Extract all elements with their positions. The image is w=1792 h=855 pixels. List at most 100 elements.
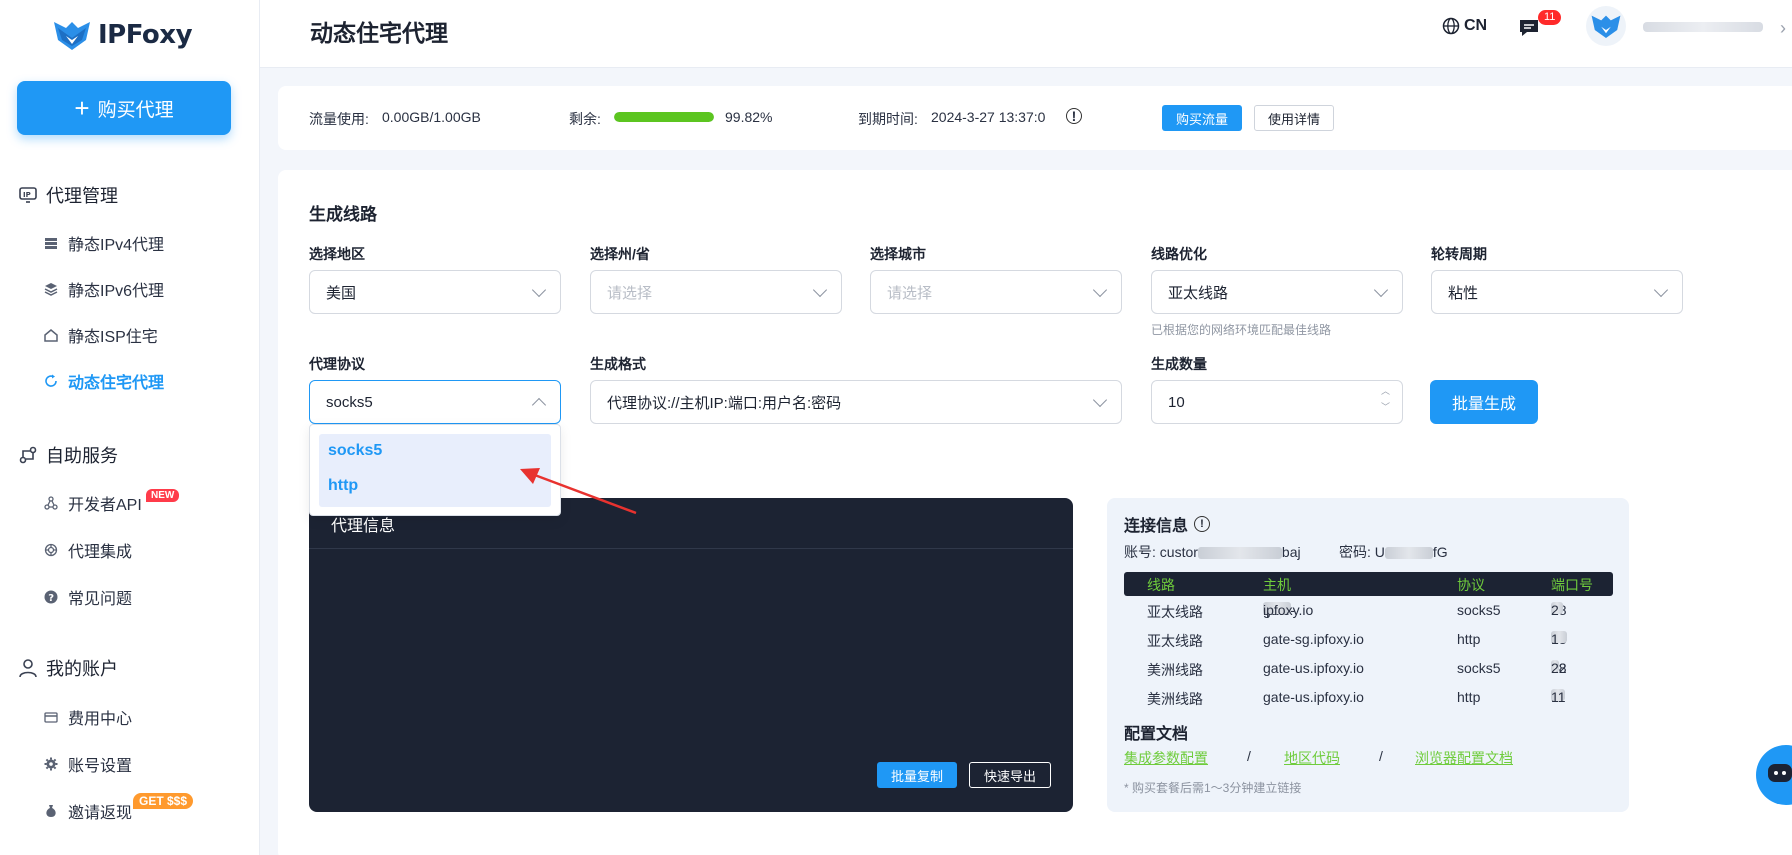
- rotation-value: 粘性: [1448, 284, 1479, 302]
- rotation-select[interactable]: 粘性: [1431, 270, 1683, 314]
- sidebar-item-static-ipv6[interactable]: 静态IPv6代理: [44, 277, 164, 301]
- city-placeholder: 请选择: [887, 284, 933, 302]
- format-select[interactable]: 代理协议://主机IP:端口:用户名:密码: [590, 380, 1122, 424]
- column-header: 线路: [1147, 577, 1175, 593]
- protocol-option-socks5[interactable]: socks5: [328, 442, 382, 460]
- chevron-down-icon: [812, 282, 828, 297]
- password-label: 密码:: [1339, 544, 1371, 560]
- moneybag-icon: [46, 805, 56, 817]
- docs-title: 配置文档: [1124, 726, 1189, 743]
- sidebar-item-static-ipv4[interactable]: 静态IPv4代理: [44, 231, 164, 255]
- info-icon[interactable]: !: [1194, 516, 1211, 532]
- stepper-up-icon[interactable]: ︿: [1381, 387, 1390, 396]
- cell-route: 亚太线路: [1147, 633, 1203, 649]
- sidebar-item-label: 动态住宅代理: [68, 375, 165, 392]
- sidebar-item-dynamic-residential[interactable]: 动态住宅代理: [44, 369, 164, 393]
- route-label: 线路优化: [1151, 246, 1207, 262]
- expire-label: 到期时间:: [858, 111, 918, 127]
- cell-route: 美洲线路: [1147, 691, 1203, 707]
- sidebar-item-billing[interactable]: 费用中心: [44, 705, 132, 729]
- nav-group-label: 我的账户: [46, 659, 118, 679]
- doc-link-browser-config[interactable]: 浏览器配置文档: [1415, 748, 1513, 768]
- region-value: 美国: [326, 284, 357, 302]
- nav-group-proxy-management[interactable]: IP 代理管理: [18, 182, 118, 208]
- format-value: 代理协议://主机IP:端口:用户名:密码: [607, 394, 842, 412]
- traffic-label: 流量使用:: [309, 111, 369, 127]
- sidebar-item-label: 静态IPv4代理: [68, 237, 165, 254]
- protocol-select[interactable]: socks5: [309, 380, 561, 424]
- username-redacted[interactable]: [1643, 22, 1763, 32]
- region-select[interactable]: 美国: [309, 270, 561, 314]
- route-value: 亚太线路: [1168, 284, 1229, 302]
- chevron-down-icon: [1092, 392, 1108, 407]
- usage-detail-button[interactable]: 使用详情: [1254, 105, 1334, 131]
- nav-group-self-service[interactable]: 自助服务: [18, 442, 118, 468]
- remain-value: 99.82%: [725, 109, 773, 125]
- sidebar-item-label: 费用中心: [68, 711, 133, 728]
- state-label: 选择州/省: [590, 246, 650, 262]
- remain-label: 剩余:: [569, 111, 601, 127]
- chevron-right-icon[interactable]: ›: [1780, 18, 1786, 39]
- password-prefix: U: [1374, 544, 1385, 560]
- sidebar-item-developer-api[interactable]: 开发者API: [44, 491, 142, 515]
- generate-button[interactable]: 批量生成: [1430, 380, 1538, 424]
- cell-protocol: socks5: [1457, 602, 1501, 618]
- globe-icon: [1442, 17, 1460, 35]
- sidebar-item-referral[interactable]: 邀请返现: [44, 799, 132, 823]
- language-label: CN: [1464, 17, 1488, 34]
- nav-group-my-account[interactable]: 我的账户: [18, 655, 118, 681]
- sidebar-item-static-isp[interactable]: 静态ISP住宅: [44, 323, 158, 347]
- sidebar-item-account-settings[interactable]: 账号设置: [44, 752, 132, 776]
- setup-note: * 购买套餐后需1～3分钟建立链接: [1124, 781, 1302, 795]
- gear-icon: [44, 757, 58, 771]
- column-header: 协议: [1457, 577, 1485, 593]
- protocol-label: 代理协议: [309, 356, 365, 372]
- doc-link-region-codes[interactable]: 地区代码: [1284, 748, 1340, 768]
- count-input[interactable]: 10 ︿ ﹀: [1151, 380, 1403, 424]
- batch-copy-button[interactable]: 批量复制: [877, 762, 957, 788]
- sidebar-item-faq[interactable]: ? 常见问题: [44, 585, 132, 609]
- protocol-option-http[interactable]: http: [328, 477, 358, 495]
- connection-title-text: 连接信息: [1124, 518, 1189, 535]
- chevron-down-icon: [1373, 282, 1389, 297]
- home-icon: [44, 329, 58, 342]
- message-icon[interactable]: [1518, 18, 1540, 38]
- buy-traffic-button[interactable]: 购买流量: [1162, 105, 1242, 131]
- language-switcher[interactable]: CN: [1442, 17, 1487, 35]
- route-select[interactable]: 亚太线路: [1151, 270, 1403, 314]
- sidebar-item-proxy-integration[interactable]: 代理集成: [44, 538, 132, 562]
- buy-proxy-button[interactable]: + 购买代理: [17, 81, 231, 135]
- connection-table-header: 线路 主机 协议 端口号: [1124, 572, 1613, 596]
- cell-host: gate-sg.ipfoxy.io: [1263, 631, 1364, 647]
- city-select[interactable]: 请选择: [870, 270, 1122, 314]
- logo[interactable]: IPFoxy: [52, 18, 193, 52]
- quick-export-button[interactable]: 快速导出: [969, 762, 1051, 788]
- chevron-down-icon: [531, 282, 547, 297]
- cell-protocol: socks5: [1457, 660, 1501, 676]
- top-header: 动态住宅代理 CN 11 ›: [260, 0, 1792, 68]
- cell-route: 美洲线路: [1147, 662, 1203, 678]
- server-icon: [45, 238, 57, 249]
- account-redacted: [1197, 547, 1282, 560]
- info-icon[interactable]: !: [1066, 108, 1082, 124]
- remain-progress-fill: [614, 112, 714, 122]
- format-label: 生成格式: [590, 356, 646, 372]
- quantity-stepper[interactable]: ︿ ﹀: [1381, 387, 1390, 412]
- count-label: 生成数量: [1151, 356, 1207, 372]
- state-select[interactable]: 请选择: [590, 270, 842, 314]
- route-hint: 已根据您的网络环境匹配最佳线路: [1151, 323, 1332, 337]
- stepper-down-icon[interactable]: ﹀: [1381, 403, 1390, 412]
- port-suffix: 11: [1551, 689, 1566, 705]
- new-badge: NEW: [146, 489, 180, 502]
- avatar[interactable]: [1586, 6, 1626, 46]
- rotation-label: 轮转周期: [1431, 246, 1487, 262]
- brand-name: IPFoxy: [98, 20, 193, 50]
- remain-progress-bar: [614, 112, 714, 122]
- service-icon: [19, 446, 37, 464]
- fox-logo-icon: [54, 22, 90, 50]
- sidebar: IPFoxy + 购买代理 IP 代理管理 静态IPv4代理 静态IPv6代理 …: [0, 0, 260, 855]
- doc-link-integration-params[interactable]: 集成参数配置: [1124, 748, 1208, 768]
- plus-icon: +: [74, 93, 90, 123]
- account-suffix: baj: [1281, 544, 1301, 560]
- cell-host: gate-us.ipfoxy.io: [1263, 660, 1364, 676]
